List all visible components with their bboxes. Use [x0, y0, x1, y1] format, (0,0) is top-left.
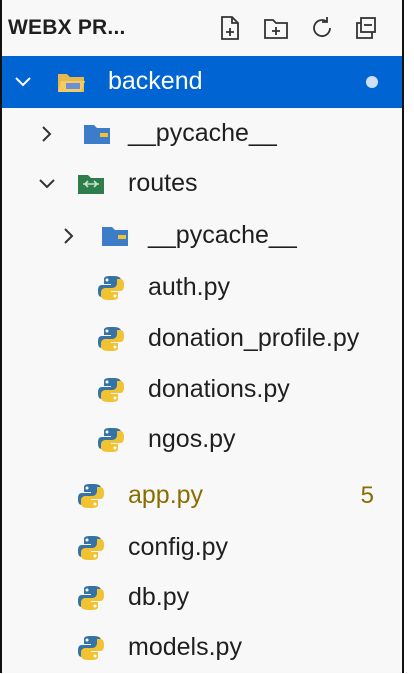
tree-item-label: models.py: [128, 633, 242, 661]
tree-item-label: config.py: [128, 533, 229, 561]
python-file-icon: [78, 484, 104, 508]
tree-item-label: app.py: [128, 481, 204, 509]
tree-item-app-py[interactable]: app.py 5: [2, 470, 402, 522]
python-folder-icon: [84, 125, 110, 144]
tree-item-label: routes: [128, 169, 198, 197]
refresh-icon[interactable]: [304, 10, 340, 46]
explorer-title[interactable]: WEBX PR...: [8, 16, 126, 40]
python-file-icon: [98, 276, 124, 300]
python-file-icon: [98, 428, 124, 452]
python-file-icon: [78, 636, 104, 660]
folder-open-icon: [58, 74, 85, 92]
python-file-icon: [98, 378, 124, 402]
tree-item-auth-py[interactable]: auth.py: [2, 262, 402, 314]
new-file-icon[interactable]: [212, 10, 248, 46]
tree-item-models-py[interactable]: models.py: [2, 622, 402, 674]
tree-item-label: donations.py: [148, 375, 290, 403]
tree-item-label: db.py: [128, 583, 190, 611]
tree-item-pycache[interactable]: __pycache__: [2, 108, 402, 160]
tree-item-donations-py[interactable]: donations.py: [2, 364, 402, 416]
explorer-panel: WEBX PR... backend __pycache__ routes __…: [0, 0, 404, 673]
chevron-down-icon: [15, 77, 31, 87]
chevron-right-icon: [64, 228, 74, 244]
explorer-header: WEBX PR...: [2, 0, 402, 56]
tree-item-config-py[interactable]: config.py: [2, 522, 402, 574]
tree-item-backend[interactable]: backend: [2, 56, 402, 108]
tree-item-label: __pycache__: [128, 119, 277, 147]
tree-item-label: __pycache__: [148, 221, 297, 249]
modified-dot: [366, 76, 378, 88]
tree-item-ngos-py[interactable]: ngos.py: [2, 414, 402, 466]
chevron-down-icon: [39, 179, 55, 189]
tree-item-pycache[interactable]: __pycache__: [2, 210, 402, 262]
problems-count-badge: 5: [360, 482, 374, 509]
python-file-icon: [78, 586, 104, 610]
routes-folder-icon: [78, 175, 104, 194]
chevron-right-icon: [42, 126, 52, 142]
tree-item-label: donation_profile.py: [148, 324, 360, 352]
tree-item-label: auth.py: [148, 273, 231, 301]
python-file-icon: [78, 536, 104, 560]
tree-item-label: backend: [108, 67, 203, 95]
new-folder-icon[interactable]: [258, 10, 294, 46]
python-folder-icon: [102, 227, 128, 246]
collapse-all-icon[interactable]: [348, 10, 384, 46]
python-file-icon: [98, 327, 124, 351]
tree-item-db-py[interactable]: db.py: [2, 572, 402, 624]
tree-item-label: ngos.py: [148, 425, 236, 453]
tree-item-routes[interactable]: routes: [2, 158, 402, 210]
tree-item-donation-profile-py[interactable]: donation_profile.py: [2, 313, 402, 365]
